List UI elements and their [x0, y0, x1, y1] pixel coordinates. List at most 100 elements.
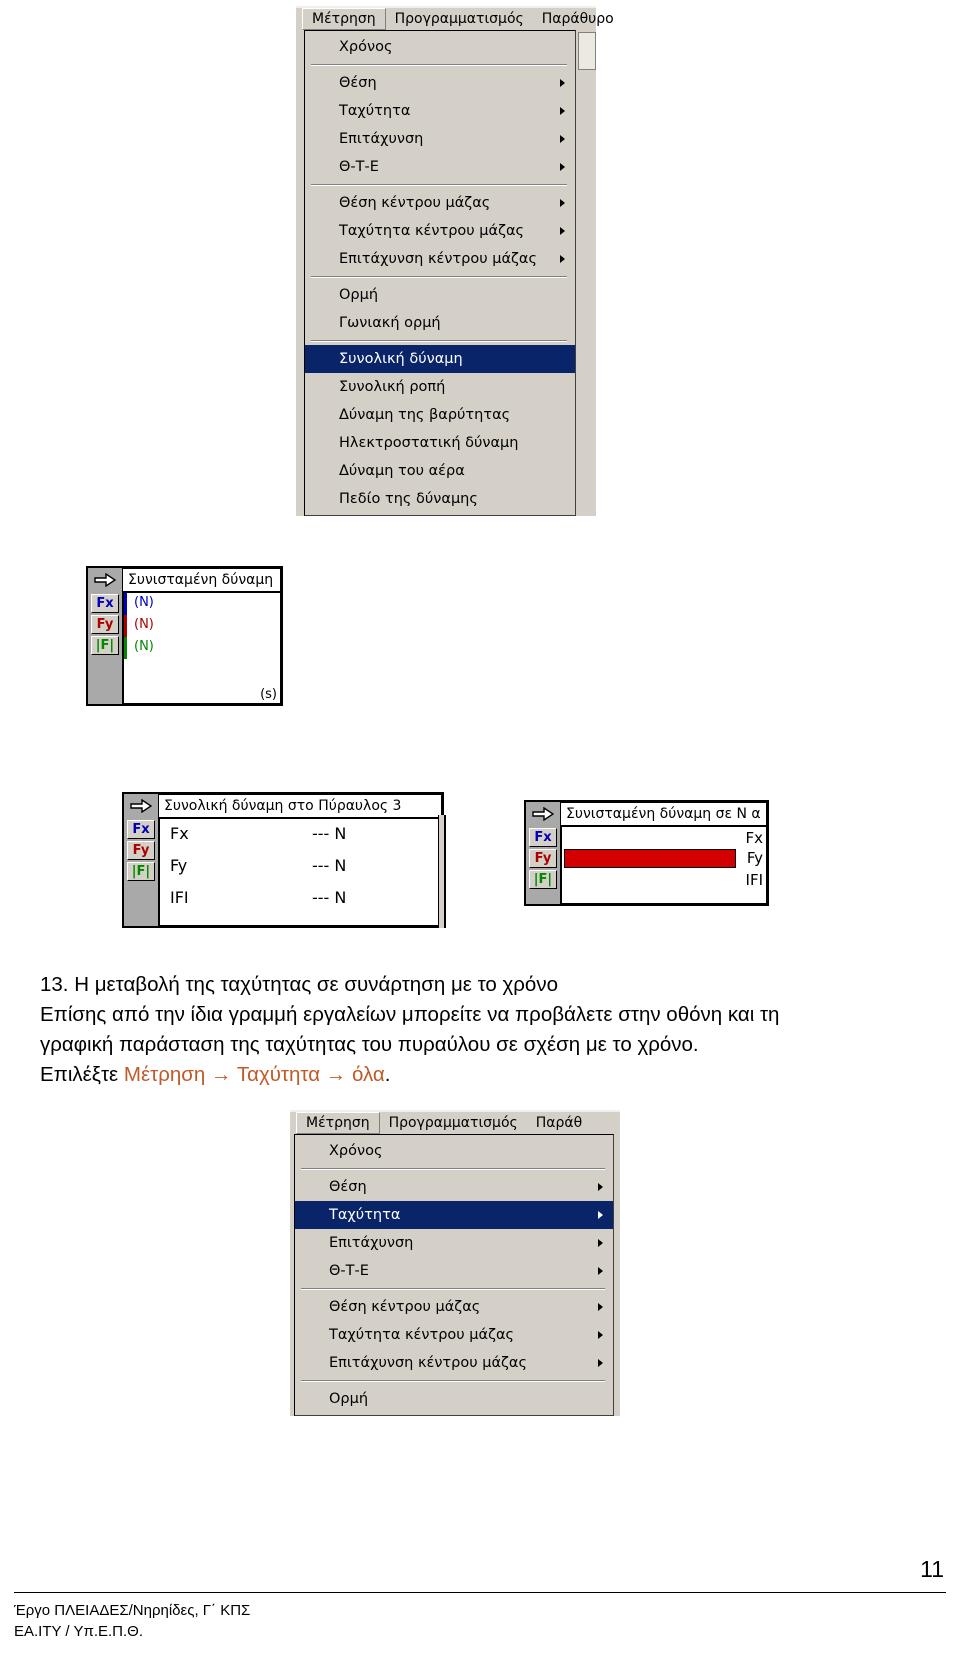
resultant-force-meter-small[interactable]: Συνισταμένη δύναμη Fx Fy |F| (N) (N) (N)… — [86, 566, 283, 706]
meter-component-rail[interactable]: Fx Fy |F| — [88, 592, 123, 704]
menubar-item-label: Προγραμματισμός — [394, 11, 524, 27]
bar-fy — [564, 849, 736, 868]
bar-label-fabs: IFI — [745, 871, 763, 889]
arrow-right-icon[interactable] — [124, 794, 159, 818]
chip-fx[interactable]: Fx — [91, 594, 119, 613]
menu-item-top-4-2[interactable]: Δύναμη της βαρύτητας — [305, 401, 575, 429]
measurement-menu-window-bottom[interactable]: Μέτρηση Προγραμματισμός Παράθ Χρόνος Θέση… — [290, 1110, 620, 1416]
menubar-item-programmatismos-top[interactable]: Προγραμματισμός — [386, 9, 533, 29]
chip-fabs[interactable]: |F| — [127, 862, 155, 881]
footer-line-1: Έργο ΠΛΕΙΑΔΕΣ/Νηρηίδες, Γ΄ ΚΠΣ — [14, 1602, 251, 1619]
menu-item-label: Επιτάχυνση — [339, 131, 424, 147]
instruction-prefix: Επιλέξτε — [40, 1063, 124, 1086]
page-number: 11 — [920, 1556, 944, 1582]
page-heading: 13. Η μεταβολή της ταχύτητας σε συνάρτησ… — [40, 973, 558, 996]
menu-item-top-4-4[interactable]: Δύναμη του αέρα — [305, 457, 575, 485]
chip-fy[interactable]: Fy — [529, 849, 557, 868]
menu-item-label: Θ-Τ-Ε — [329, 1263, 369, 1279]
menu-item-bottom-0-0[interactable]: Χρόνος — [295, 1137, 613, 1165]
menu-item-top-1-3[interactable]: Θ-Τ-Ε — [305, 153, 575, 181]
resultant-force-meter-right[interactable]: Συνισταμένη δύναμη σε N α Fx Fy |F| Fx F… — [524, 800, 769, 906]
menu-item-top-2-2[interactable]: Επιτάχυνση κέντρου μάζας — [305, 245, 575, 273]
menubar-item-metrisi-bottom[interactable]: Μέτρηση — [296, 1112, 380, 1134]
meter-title: Συνισταμένη δύναμη — [123, 568, 281, 592]
menu-item-bottom-2-2[interactable]: Επιτάχυνση κέντρου μάζας — [295, 1349, 613, 1377]
menu-item-top-4-5[interactable]: Πεδίο της δύναμης — [305, 485, 575, 513]
menu-separator — [311, 276, 567, 278]
menu-shadow-strip — [578, 32, 596, 70]
menu-item-bottom-1-2[interactable]: Επιτάχυνση — [295, 1229, 613, 1257]
menu-item-label: Δύναμη της βαρύτητας — [339, 407, 511, 423]
menu-item-label: Χρόνος — [339, 39, 393, 55]
bar-label-fx: Fx — [745, 829, 763, 847]
menubar-item-label: Μέτρηση — [312, 11, 376, 27]
menubar-item-parathyro-bottom[interactable]: Παράθ — [527, 1113, 591, 1133]
menu-item-top-4-3[interactable]: Ηλεκτροστατική δύναμη — [305, 429, 575, 457]
menu-separator — [301, 1380, 605, 1382]
meter-titlebar: Συνισταμένη δύναμη — [88, 568, 281, 592]
menu-separator — [301, 1168, 605, 1170]
menubar-item-programmatismos-bottom[interactable]: Προγραμματισμός — [380, 1113, 527, 1133]
chip-fabs[interactable]: |F| — [529, 870, 557, 889]
meter-readout-screen: Fx --- N Fy --- N IFI --- N — [159, 818, 442, 926]
submenu-arrow-icon — [560, 79, 565, 87]
menu-item-top-4-0[interactable]: Συνολική δύναμη — [305, 345, 575, 373]
menu-item-label: Συνολική δύναμη — [339, 351, 463, 367]
menu-separator — [311, 340, 567, 342]
measurement-dropdown-bottom[interactable]: Χρόνος Θέση Ταχύτητα Επιτάχυνση Θ-Τ-Ε Θέση κέ… — [294, 1134, 614, 1416]
menu-item-top-3-1[interactable]: Γωνιακή ορμή — [305, 309, 575, 337]
meter-component-rail[interactable]: Fx Fy |F| — [526, 826, 561, 904]
submenu-arrow-icon — [560, 255, 565, 263]
menubar-item-parathyro-top[interactable]: Παράθυρο — [533, 9, 623, 29]
value-fy: (N) — [134, 617, 154, 632]
footer-line-2: ΕΑ.ΙΤΥ / Υπ.Ε.Π.Θ. — [14, 1623, 144, 1640]
menu-item-top-0-0[interactable]: Χρόνος — [305, 33, 575, 61]
menu-item-bottom-2-0[interactable]: Θέση κέντρου μάζας — [295, 1293, 613, 1321]
menu-item-label: Πεδίο της δύναμης — [339, 491, 478, 507]
submenu-arrow-icon — [560, 107, 565, 115]
meter-title: Συνολική δύναμη στο Πύραυλος 3 — [159, 794, 442, 818]
menubar-item-metrisi-top[interactable]: Μέτρηση — [302, 8, 386, 30]
submenu-arrow-icon — [598, 1331, 603, 1339]
chip-fy[interactable]: Fy — [127, 841, 155, 860]
row-label-fx: Fx — [170, 824, 189, 843]
chip-fx[interactable]: Fx — [529, 828, 557, 847]
meter-title: Συνισταμένη δύναμη σε N α — [561, 802, 767, 826]
value-fx: (N) — [134, 595, 154, 610]
menu-item-bottom-1-3[interactable]: Θ-Τ-Ε — [295, 1257, 613, 1285]
instruction-suffix: . — [384, 1063, 391, 1086]
menu-item-top-4-1[interactable]: Συνολική ροπή — [305, 373, 575, 401]
menubar-top[interactable]: Μέτρηση Προγραμματισμός Παράθυρο — [296, 6, 614, 30]
submenu-arrow-icon — [560, 163, 565, 171]
menu-item-label: Θέση κέντρου μάζας — [339, 195, 491, 211]
menu-item-bottom-1-1[interactable]: Ταχύτητα — [295, 1201, 613, 1229]
menu-item-label: Συνολική ροπή — [339, 379, 446, 395]
menu-item-bottom-1-0[interactable]: Θέση — [295, 1173, 613, 1201]
menu-item-label: Θέση κέντρου μάζας — [329, 1299, 481, 1315]
menu-item-label: Ηλεκτροστατική δύναμη — [339, 435, 519, 451]
measurement-menu-window-top[interactable]: Μέτρηση Προγραμματισμός Παράθυρο Χρόνος Θ… — [296, 6, 614, 516]
menubar-item-label: Παράθ — [535, 1115, 583, 1131]
menu-separator — [301, 1288, 605, 1290]
chip-fx[interactable]: Fx — [127, 820, 155, 839]
menu-item-top-3-0[interactable]: Ορμή — [305, 281, 575, 309]
menu-item-top-1-0[interactable]: Θέση — [305, 69, 575, 97]
menu-item-top-2-1[interactable]: Ταχύτητα κέντρου μάζας — [305, 217, 575, 245]
meter-component-rail[interactable]: Fx Fy |F| — [124, 818, 159, 926]
row-label-fy: Fy — [170, 856, 188, 875]
menubar-bottom[interactable]: Μέτρηση Προγραμματισμός Παράθ — [290, 1110, 620, 1134]
menu-item-top-1-2[interactable]: Επιτάχυνση — [305, 125, 575, 153]
menu-item-label: Επιτάχυνση κέντρου μάζας — [339, 251, 537, 267]
menu-item-bottom-2-1[interactable]: Ταχύτητα κέντρου μάζας — [295, 1321, 613, 1349]
menu-item-bottom-3-0[interactable]: Ορμή — [295, 1385, 613, 1413]
arrow-right-icon[interactable] — [88, 568, 123, 592]
menu-item-top-2-0[interactable]: Θέση κέντρου μάζας — [305, 189, 575, 217]
arrow-right-icon[interactable] — [526, 802, 561, 826]
total-force-meter-left[interactable]: Συνολική δύναμη στο Πύραυλος 3 Fx Fy |F|… — [122, 792, 444, 928]
chip-fabs[interactable]: |F| — [91, 636, 119, 655]
tick-fy — [124, 615, 127, 637]
chip-fy[interactable]: Fy — [91, 615, 119, 634]
menu-item-label: Χρόνος — [329, 1143, 383, 1159]
menu-item-top-1-1[interactable]: Ταχύτητα — [305, 97, 575, 125]
measurement-dropdown-top[interactable]: Χρόνος Θέση Ταχύτητα Επιτάχυνση Θ-Τ-Ε Θέση κέ… — [304, 30, 576, 516]
